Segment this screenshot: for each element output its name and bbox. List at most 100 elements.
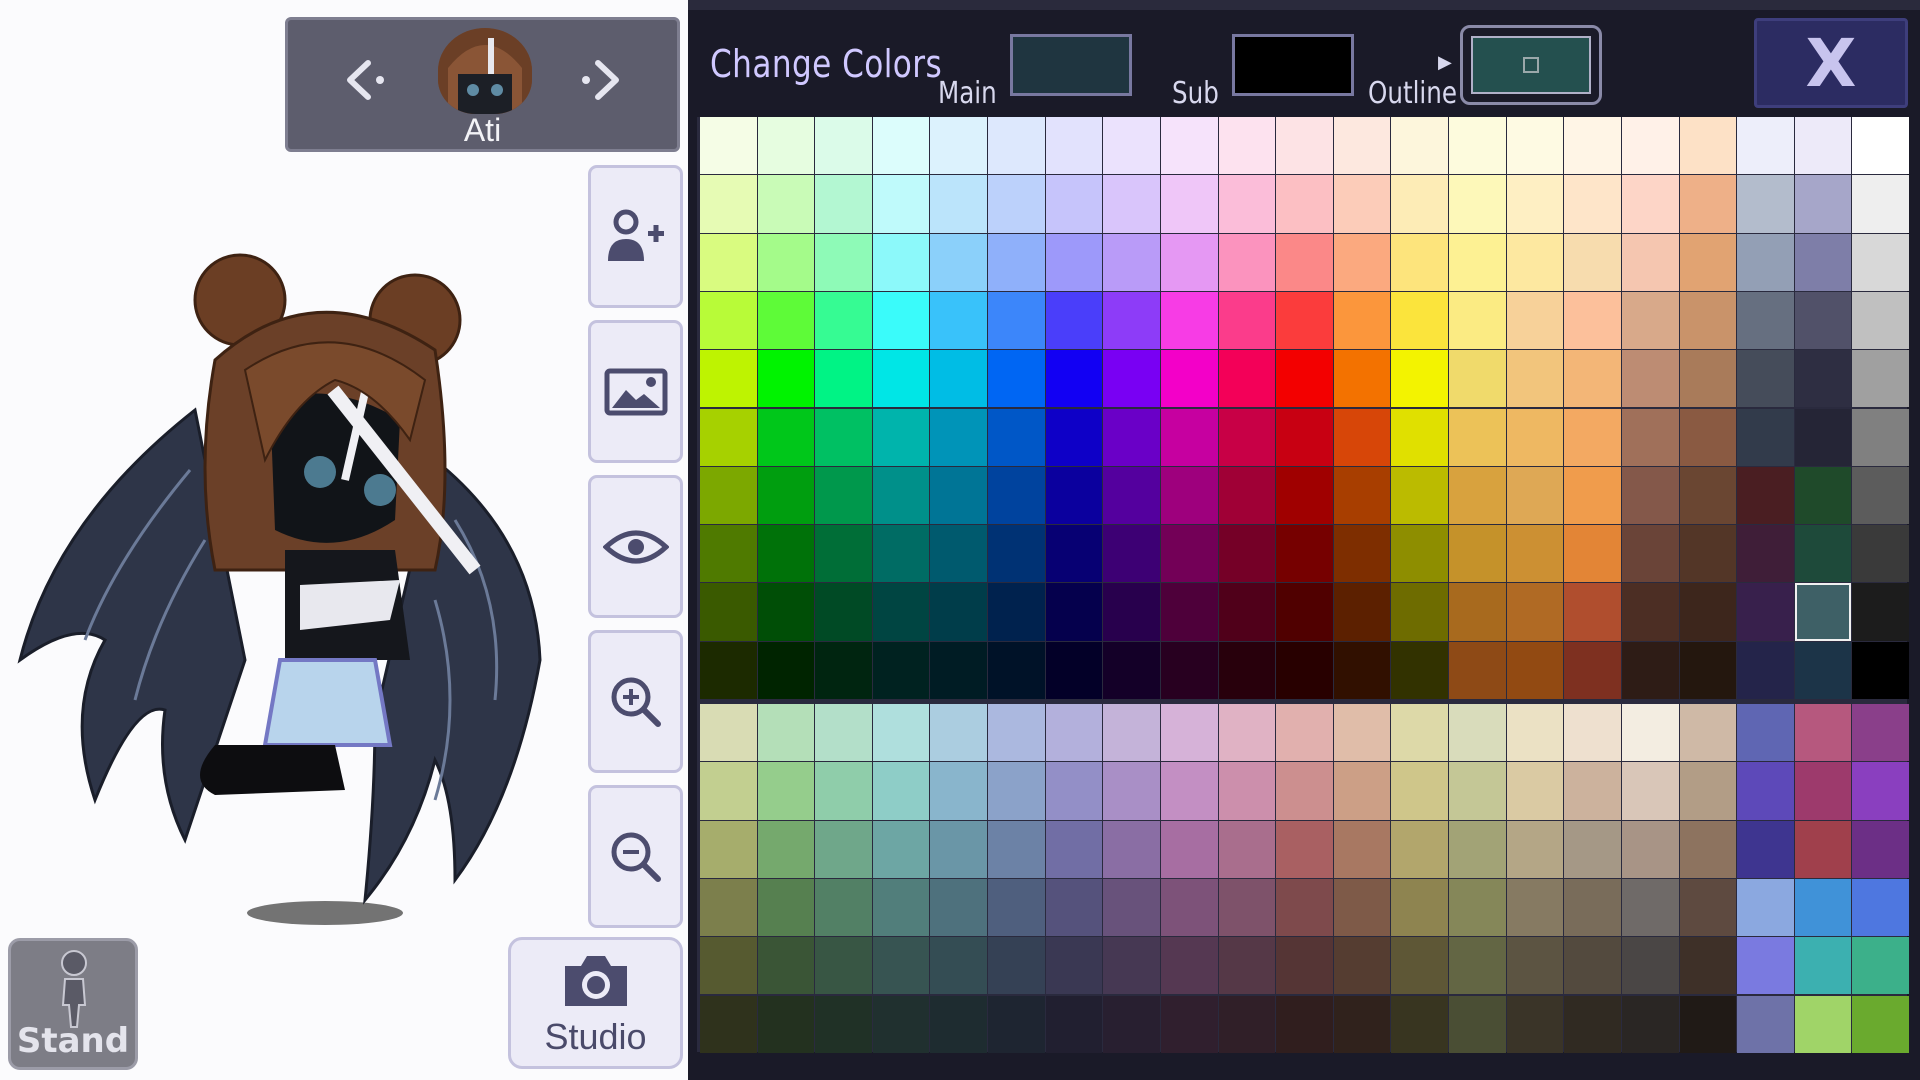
- color-swatch[interactable]: [1218, 291, 1276, 350]
- color-swatch[interactable]: [757, 350, 815, 408]
- color-swatch[interactable]: [1218, 878, 1276, 937]
- color-swatch[interactable]: [988, 641, 1045, 699]
- color-swatch[interactable]: [930, 408, 988, 466]
- color-swatch[interactable]: [1564, 704, 1621, 762]
- color-swatch[interactable]: [1103, 762, 1160, 820]
- color-swatch[interactable]: [1621, 762, 1679, 820]
- color-swatch[interactable]: [1276, 704, 1333, 762]
- color-swatch[interactable]: [1333, 641, 1391, 699]
- color-swatch[interactable]: [757, 820, 815, 878]
- color-swatch[interactable]: [872, 175, 930, 233]
- color-swatch[interactable]: [930, 878, 988, 937]
- color-swatch[interactable]: [1621, 175, 1679, 233]
- color-swatch[interactable]: [872, 937, 930, 995]
- color-swatch[interactable]: [1333, 878, 1391, 937]
- color-swatch[interactable]: [930, 820, 988, 878]
- color-swatch[interactable]: [872, 233, 930, 291]
- color-swatch[interactable]: [1506, 762, 1564, 820]
- color-swatch[interactable]: [1103, 117, 1160, 175]
- color-swatch[interactable]: [872, 704, 930, 762]
- color-swatch[interactable]: [1794, 350, 1852, 408]
- color-swatch[interactable]: [1737, 525, 1794, 583]
- color-swatch[interactable]: [1679, 937, 1737, 995]
- color-swatch[interactable]: [988, 878, 1045, 937]
- color-swatch[interactable]: [757, 878, 815, 937]
- color-swatch[interactable]: [1679, 704, 1737, 762]
- color-swatch[interactable]: [757, 762, 815, 820]
- color-swatch[interactable]: [700, 762, 757, 820]
- color-swatch[interactable]: [757, 408, 815, 466]
- color-swatch[interactable]: [700, 583, 757, 641]
- color-swatch[interactable]: [1391, 641, 1449, 699]
- color-swatch[interactable]: [872, 408, 930, 466]
- color-swatch[interactable]: [1160, 525, 1218, 583]
- color-swatch[interactable]: [1621, 641, 1679, 699]
- color-swatch[interactable]: [1621, 878, 1679, 937]
- color-swatch[interactable]: [1333, 117, 1391, 175]
- color-swatch[interactable]: [1160, 704, 1218, 762]
- color-swatch[interactable]: [1160, 291, 1218, 350]
- color-swatch[interactable]: [1333, 408, 1391, 466]
- color-swatch[interactable]: [1449, 820, 1506, 878]
- color-swatch[interactable]: [815, 408, 872, 466]
- color-swatch[interactable]: [930, 291, 988, 350]
- color-swatch[interactable]: [1679, 291, 1737, 350]
- color-swatch[interactable]: [872, 525, 930, 583]
- color-swatch[interactable]: [872, 291, 930, 350]
- color-swatch[interactable]: [1160, 762, 1218, 820]
- color-swatch[interactable]: [988, 466, 1045, 525]
- color-swatch[interactable]: [1218, 408, 1276, 466]
- color-swatch[interactable]: [988, 175, 1045, 233]
- color-swatch[interactable]: [1852, 117, 1909, 175]
- color-swatch[interactable]: [1333, 175, 1391, 233]
- color-swatch[interactable]: [1794, 878, 1852, 937]
- color-swatch[interactable]: [1506, 704, 1564, 762]
- color-swatch[interactable]: [1621, 466, 1679, 525]
- color-swatch[interactable]: [1218, 175, 1276, 233]
- color-swatch[interactable]: [988, 995, 1045, 1053]
- color-swatch[interactable]: [1679, 117, 1737, 175]
- color-swatch[interactable]: [1103, 704, 1160, 762]
- color-swatch[interactable]: [815, 762, 872, 820]
- color-swatch[interactable]: [1160, 350, 1218, 408]
- color-swatch[interactable]: [1218, 937, 1276, 995]
- visibility-button[interactable]: [588, 475, 683, 618]
- color-swatch[interactable]: [1103, 937, 1160, 995]
- color-swatch[interactable]: [1564, 175, 1621, 233]
- color-swatch[interactable]: [1218, 820, 1276, 878]
- color-swatch[interactable]: [988, 937, 1045, 995]
- color-swatch[interactable]: [930, 995, 988, 1053]
- color-swatch[interactable]: [1276, 350, 1333, 408]
- color-swatch[interactable]: [1794, 583, 1852, 641]
- color-swatch[interactable]: [1737, 233, 1794, 291]
- color-swatch[interactable]: [1391, 525, 1449, 583]
- color-swatch[interactable]: [1737, 350, 1794, 408]
- color-swatch[interactable]: [700, 291, 757, 350]
- color-swatch[interactable]: [1103, 175, 1160, 233]
- color-swatch[interactable]: [1794, 466, 1852, 525]
- color-swatch[interactable]: [1564, 525, 1621, 583]
- color-swatch[interactable]: [1737, 704, 1794, 762]
- color-swatch[interactable]: [1045, 350, 1103, 408]
- color-swatch[interactable]: [1852, 762, 1909, 820]
- color-swatch[interactable]: [1506, 820, 1564, 878]
- character-avatar[interactable]: [438, 28, 532, 114]
- color-swatch[interactable]: [1218, 583, 1276, 641]
- color-swatch[interactable]: [1852, 233, 1909, 291]
- color-swatch[interactable]: [1045, 937, 1103, 995]
- color-swatch[interactable]: [1621, 525, 1679, 583]
- color-swatch[interactable]: [1160, 995, 1218, 1053]
- color-swatch[interactable]: [1852, 995, 1909, 1053]
- color-swatch[interactable]: [1160, 408, 1218, 466]
- color-swatch[interactable]: [930, 466, 988, 525]
- color-swatch[interactable]: [815, 641, 872, 699]
- color-swatch[interactable]: [1852, 878, 1909, 937]
- color-swatch[interactable]: [1737, 117, 1794, 175]
- color-swatch[interactable]: [1333, 525, 1391, 583]
- color-swatch[interactable]: [757, 583, 815, 641]
- color-swatch[interactable]: [1218, 525, 1276, 583]
- color-swatch[interactable]: [1218, 704, 1276, 762]
- color-swatch[interactable]: [1794, 704, 1852, 762]
- color-swatch[interactable]: [757, 641, 815, 699]
- color-swatch[interactable]: [1679, 583, 1737, 641]
